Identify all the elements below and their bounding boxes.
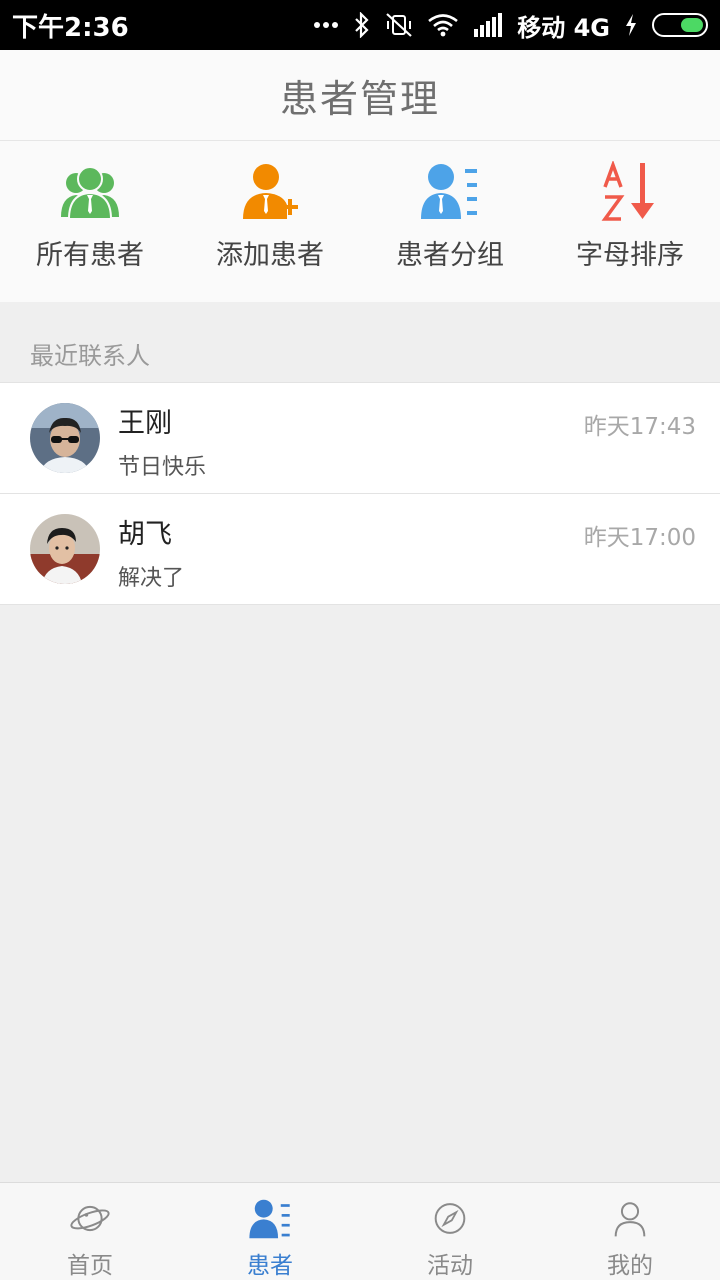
add-patient-label: 添加患者: [216, 240, 324, 271]
quick-actions: 所有患者 添加患者 患者分组 字母排序: [0, 141, 720, 302]
contact-last-message: 节日快乐: [118, 455, 207, 480]
all-patients-label: 所有患者: [36, 240, 144, 271]
wifi-icon: [428, 14, 459, 37]
avatar: [30, 514, 100, 584]
contact-name: 胡飞: [118, 519, 172, 550]
bluetooth-icon: [355, 12, 369, 38]
alphabet-sort-label: 字母排序: [576, 240, 684, 271]
contact-time: 昨天17:00: [583, 525, 696, 551]
tab-profile-label: 我的: [607, 1253, 653, 1279]
tab-patients-label: 患者: [247, 1253, 293, 1279]
contact-time: 昨天17:43: [583, 414, 696, 440]
patient-group-label: 患者分组: [396, 240, 504, 271]
planet-icon: [70, 1205, 110, 1232]
add-patient-icon: [243, 164, 298, 219]
tab-activities[interactable]: 活动: [360, 1183, 540, 1280]
status-icons: 移动 4G: [313, 8, 708, 43]
all-patients-icon: [61, 166, 119, 220]
contact-row[interactable]: 王刚 节日快乐 昨天17:43: [0, 383, 720, 494]
tab-activities-label: 活动: [427, 1253, 473, 1279]
patient-group-icon: [421, 164, 477, 219]
charging-icon: [626, 14, 636, 36]
battery-icon: [652, 13, 708, 37]
contact-row[interactable]: 胡飞 解决了 昨天17:00: [0, 494, 720, 605]
page-title: 患者管理: [279, 76, 440, 121]
contact-name: 王刚: [118, 408, 172, 439]
profile-icon: [614, 1202, 646, 1237]
more-dots-icon: [314, 22, 339, 28]
alphabet-sort-icon: [601, 161, 654, 221]
bottom-tab-bar: 首页 患者 活动 我的: [0, 1182, 720, 1280]
status-bar: 下午2:36 移动 4G: [0, 0, 720, 50]
avatar: [30, 403, 100, 473]
alphabet-sort-button[interactable]: 字母排序: [540, 141, 720, 302]
recent-contacts-list: 王刚 节日快乐 昨天17:43 胡飞 解决了 昨天17:00: [0, 382, 720, 605]
compass-icon: [434, 1203, 466, 1234]
tab-home-label: 首页: [67, 1253, 113, 1279]
patient-group-button[interactable]: 患者分组: [360, 141, 540, 302]
tab-profile[interactable]: 我的: [540, 1183, 720, 1280]
app-header: 患者管理: [0, 50, 720, 141]
signal-icon: [474, 13, 503, 37]
recent-contacts-heading: 最近联系人: [30, 342, 150, 370]
carrier-label: 移动 4G: [517, 13, 610, 42]
status-time: 下午2:36: [12, 12, 129, 43]
vibrate-off-icon: [386, 13, 412, 37]
contact-last-message: 解决了: [118, 566, 185, 591]
add-patient-button[interactable]: 添加患者: [180, 141, 360, 302]
all-patients-button[interactable]: 所有患者: [0, 141, 180, 302]
tab-patients[interactable]: 患者: [180, 1183, 360, 1280]
patient-list-icon: [249, 1199, 290, 1239]
tab-home[interactable]: 首页: [0, 1183, 180, 1280]
